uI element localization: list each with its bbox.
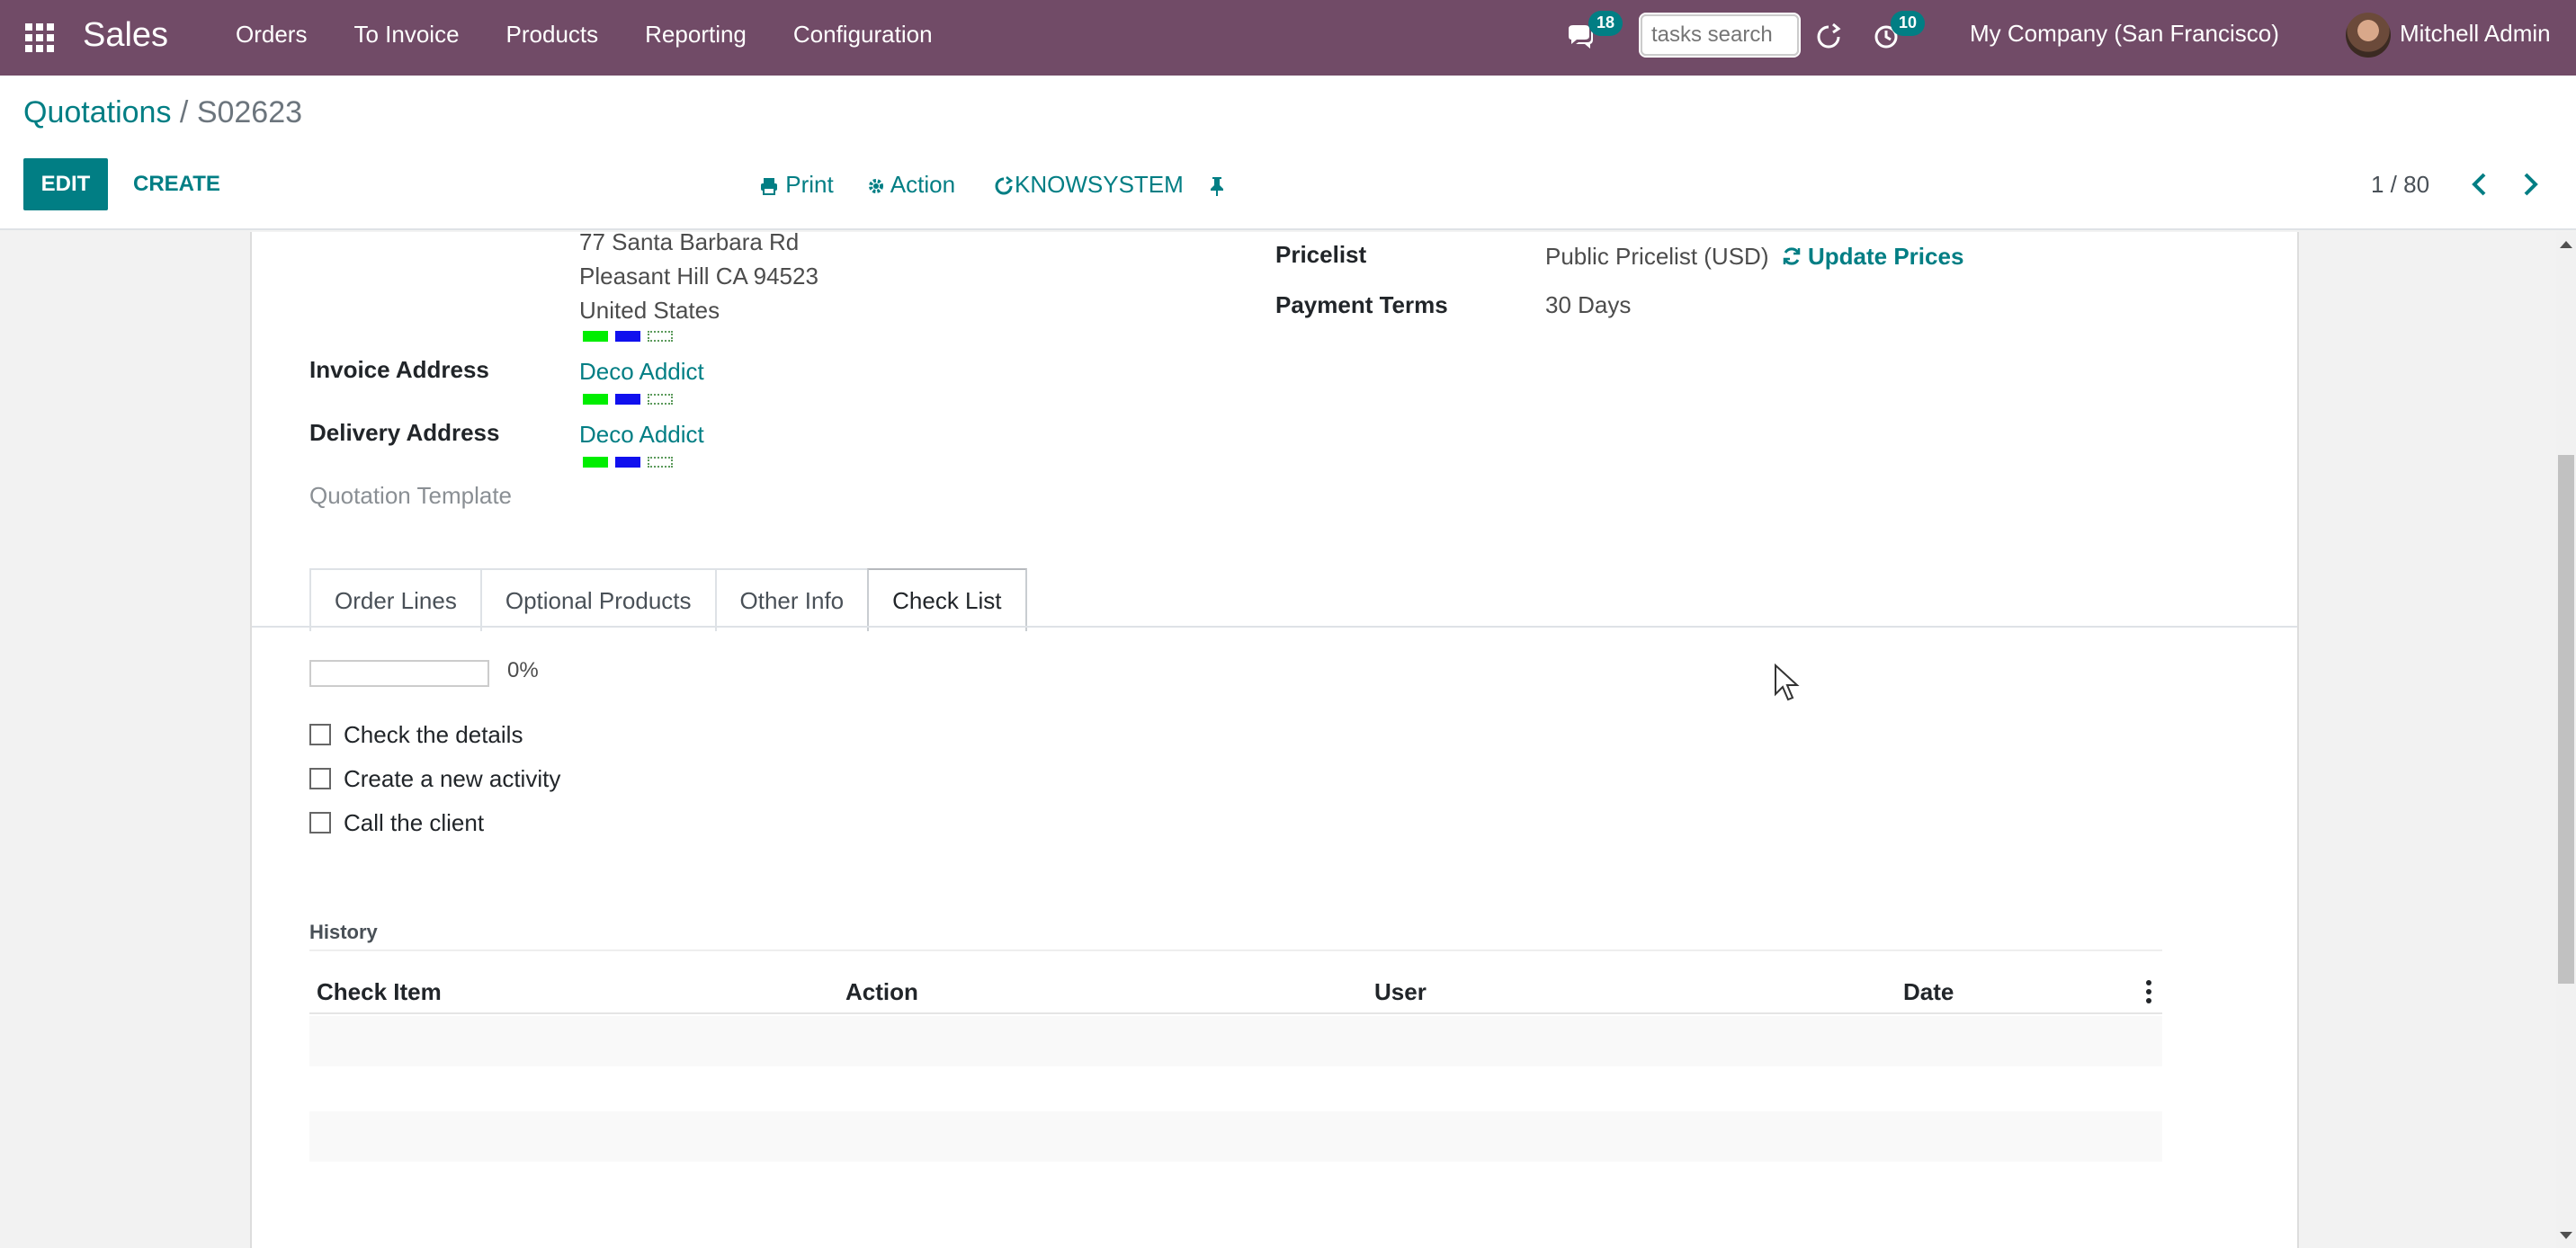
- checklist-item[interactable]: Call the client: [309, 809, 484, 836]
- create-button[interactable]: CREATE: [133, 158, 220, 210]
- top-navbar: Sales Orders To Invoice Products Reporti…: [0, 0, 2576, 76]
- tag-green: [583, 394, 608, 405]
- knowsystem-icon: [995, 176, 1014, 195]
- app-brand[interactable]: Sales: [83, 14, 168, 56]
- quotation-template-label: Quotation Template: [309, 482, 512, 509]
- menu-configuration[interactable]: Configuration: [770, 0, 956, 76]
- notebook-tabs: Order Lines Optional Products Other Info…: [309, 568, 1027, 631]
- checklist-progress-label: 0%: [507, 658, 539, 682]
- column-date[interactable]: Date: [1903, 969, 1954, 1014]
- company-switcher[interactable]: My Company (San Francisco): [1970, 20, 2279, 48]
- pricelist-label: Pricelist: [1275, 241, 1367, 268]
- tag-green: [583, 457, 608, 468]
- avatar[interactable]: [2346, 13, 2391, 58]
- main-menu: Orders To Invoice Products Reporting Con…: [212, 0, 956, 76]
- table-row: [309, 1016, 2162, 1066]
- checklist-progress-bar: [309, 660, 489, 687]
- page-scrollbar[interactable]: [2556, 232, 2576, 1248]
- checklist-checkbox[interactable]: [309, 768, 331, 789]
- invoice-address-link[interactable]: Deco Addict: [579, 358, 704, 386]
- tag-empty: [648, 331, 673, 342]
- form-sheet: 77 Santa Barbara Rd Pleasant Hill CA 945…: [250, 232, 2299, 1248]
- checklist-item-label: Check the details: [344, 720, 523, 748]
- breadcrumb-quotations[interactable]: Quotations: [23, 95, 171, 129]
- delivery-address-tags: [583, 457, 673, 468]
- payment-terms-value[interactable]: 30 Days: [1545, 291, 1631, 319]
- update-prices-button[interactable]: Update Prices: [1781, 243, 1963, 271]
- checklist-checkbox[interactable]: [309, 812, 331, 833]
- table-row: [309, 1066, 2162, 1117]
- history-divider: [309, 949, 2162, 951]
- address-line-3: United States: [579, 297, 720, 324]
- action-button[interactable]: Action: [867, 158, 955, 210]
- menu-to-invoice[interactable]: To Invoice: [330, 0, 482, 76]
- print-button[interactable]: Print: [759, 158, 834, 210]
- pager-value[interactable]: 1 / 80: [2371, 158, 2429, 210]
- breadcrumb-separator: /: [179, 95, 189, 129]
- gear-icon: [869, 179, 883, 194]
- tab-order-lines[interactable]: Order Lines: [309, 568, 482, 631]
- knowsystem-label: KNOWSYSTEM: [1015, 171, 1184, 198]
- tag-blue: [615, 394, 640, 405]
- scrollbar-thumb[interactable]: [2558, 455, 2574, 984]
- scroll-down-icon[interactable]: [2560, 1232, 2572, 1239]
- action-label: Action: [890, 171, 956, 198]
- apps-grid-icon[interactable]: [22, 20, 54, 52]
- history-table-header: Check Item Action User Date: [309, 969, 2162, 1014]
- print-icon: [761, 178, 777, 196]
- activities-badge: 10: [1891, 11, 1926, 36]
- delivery-address-label: Delivery Address: [309, 419, 500, 446]
- print-label: Print: [785, 171, 834, 198]
- pin-icon[interactable]: [1209, 158, 1225, 210]
- column-user[interactable]: User: [1374, 969, 1427, 1014]
- menu-products[interactable]: Products: [483, 0, 622, 76]
- optional-columns-icon[interactable]: [2146, 980, 2151, 1003]
- invoice-address-label: Invoice Address: [309, 356, 489, 383]
- tag-blue: [615, 457, 640, 468]
- user-menu[interactable]: Mitchell Admin: [2400, 20, 2551, 48]
- menu-orders[interactable]: Orders: [212, 0, 330, 76]
- checklist-item-label: Create a new activity: [344, 764, 561, 792]
- column-check-item[interactable]: Check Item: [317, 969, 442, 1014]
- checklist-item[interactable]: Check the details: [309, 721, 523, 748]
- tag-empty: [648, 457, 673, 468]
- tab-check-list[interactable]: Check List: [867, 568, 1027, 631]
- breadcrumb: Quotations / S02623: [23, 95, 302, 130]
- tag-empty: [648, 394, 673, 405]
- checklist-checkbox[interactable]: [309, 724, 331, 745]
- pager-previous-icon[interactable]: [2464, 169, 2495, 200]
- tasks-search-input[interactable]: [1639, 13, 1801, 58]
- table-row: [309, 1111, 2162, 1162]
- history-title: History: [309, 921, 378, 943]
- pager-next-icon[interactable]: [2515, 169, 2545, 200]
- breadcrumb-current: S02623: [196, 95, 303, 129]
- checklist-item-label: Call the client: [344, 808, 485, 836]
- partner-tags: [583, 331, 673, 342]
- tabs-divider: [252, 626, 2297, 628]
- refresh-icon[interactable]: [1813, 22, 1846, 54]
- tag-blue: [615, 331, 640, 342]
- payment-terms-label: Payment Terms: [1275, 291, 1448, 318]
- menu-reporting[interactable]: Reporting: [622, 0, 770, 76]
- invoice-address-tags: [583, 394, 673, 405]
- address-line-2: Pleasant Hill CA 94523: [579, 263, 818, 290]
- control-panel: Quotations / S02623 EDIT CREATE Print Ac…: [0, 76, 2576, 230]
- refresh-icon: [1783, 247, 1801, 265]
- checklist-item[interactable]: Create a new activity: [309, 765, 560, 792]
- address-line-1: 77 Santa Barbara Rd: [579, 232, 800, 255]
- messages-badge: 18: [1588, 11, 1623, 36]
- mouse-cursor-icon: [1775, 664, 1800, 701]
- scroll-up-icon[interactable]: [2560, 241, 2572, 248]
- tab-other-info[interactable]: Other Info: [714, 568, 870, 631]
- column-action[interactable]: Action: [845, 969, 918, 1014]
- delivery-address-link[interactable]: Deco Addict: [579, 421, 704, 449]
- knowsystem-button[interactable]: KNOWSYSTEM: [993, 158, 1184, 210]
- tab-optional-products[interactable]: Optional Products: [479, 568, 717, 631]
- tag-green: [583, 331, 608, 342]
- pricelist-value[interactable]: Public Pricelist (USD): [1545, 243, 1769, 271]
- edit-button[interactable]: EDIT: [23, 158, 108, 210]
- update-prices-label: Update Prices: [1808, 243, 1964, 270]
